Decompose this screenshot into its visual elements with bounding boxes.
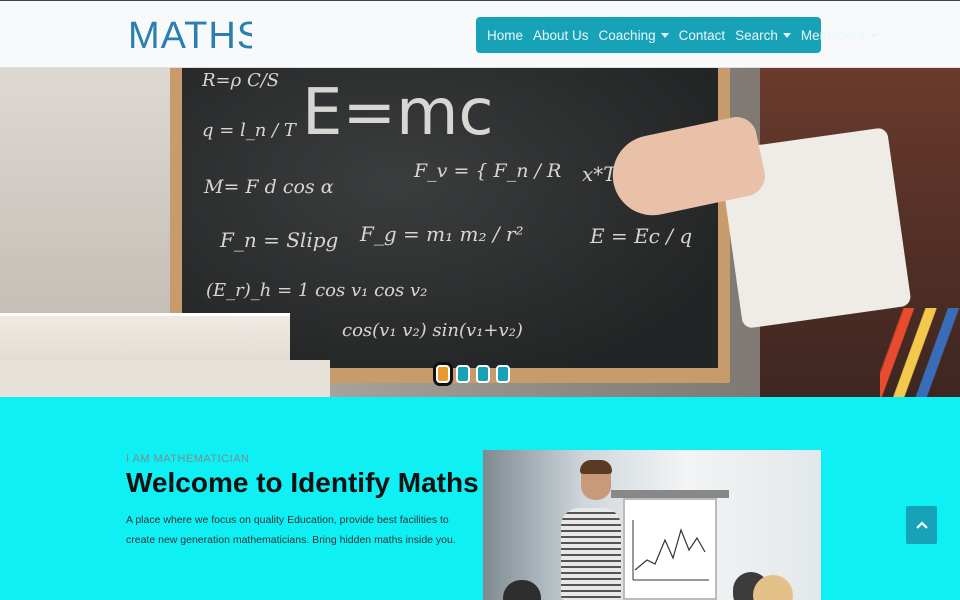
nav-coaching-label: Coaching xyxy=(598,27,656,43)
pencil-cup xyxy=(880,308,960,397)
main-nav: Home About Us Coaching Contact Search Me… xyxy=(476,17,878,53)
carousel-indicator-2[interactable] xyxy=(456,365,470,383)
flipchart-bar xyxy=(611,490,729,498)
site-logo[interactable]: MATHS xyxy=(128,15,252,55)
student-head xyxy=(503,580,541,600)
nav-about-label: About Us xyxy=(533,27,589,43)
chalk-formula: F_g = m₁ m₂ / r² xyxy=(360,222,524,246)
flipchart xyxy=(623,498,717,600)
chalk-formula: F_v = { F_n / R xyxy=(414,160,562,182)
maths-logo-icon: MATHS xyxy=(128,15,252,55)
intro-description: A place where we focus on quality Educat… xyxy=(126,514,456,546)
nav-search-dropdown[interactable]: Search xyxy=(730,28,796,43)
caret-down-icon xyxy=(782,32,791,38)
teacher-shirt xyxy=(561,508,621,600)
chalk-formula: F_n = Slipg xyxy=(220,228,339,252)
carousel-indicators xyxy=(436,365,510,383)
chalk-formula: cos(v₁ v₂) sin(v₁+v₂) xyxy=(342,320,523,341)
carousel-indicator-3[interactable] xyxy=(476,365,490,383)
chalk-formula: R=ρ C/S xyxy=(202,70,280,91)
chevron-up-icon xyxy=(915,521,928,529)
teacher-hair xyxy=(580,460,612,474)
chalk-formula: (E_r)_h = 1 cos v₁ cos v₂ xyxy=(206,280,428,301)
nav-members-dropdown[interactable]: Memebers xyxy=(796,28,883,43)
caret-down-icon xyxy=(660,32,669,38)
nav-contact-label: Contact xyxy=(678,27,726,43)
nav-coaching-dropdown[interactable]: Coaching xyxy=(594,28,674,43)
nav-search-label: Search xyxy=(735,27,778,43)
nav-about-us[interactable]: About Us xyxy=(528,28,594,43)
chart-sketch-icon xyxy=(632,520,709,581)
site-header: MATHS Home About Us Coaching Contact Sea… xyxy=(0,0,960,68)
scroll-to-top-button[interactable] xyxy=(906,506,937,544)
intro-eyebrow: I AM MATHEMATICIAN xyxy=(126,453,250,465)
carousel-indicator-4[interactable] xyxy=(496,365,510,383)
chalk-formula: M= F d cos α xyxy=(204,176,334,198)
books-stack xyxy=(0,360,330,397)
logo-text: MATHS xyxy=(128,15,252,55)
nav-home[interactable]: Home xyxy=(482,28,528,43)
nav-home-label: Home xyxy=(487,27,524,43)
hero-carousel: E=mc R=ρ C/S q = l_n / T M= F d cos α F_… xyxy=(0,68,960,397)
chalk-formula: E=mc xyxy=(302,76,494,150)
chalk-formula: E = Ec / q xyxy=(590,224,693,248)
carousel-indicator-1[interactable] xyxy=(436,365,450,383)
caret-down-icon xyxy=(869,32,878,38)
nav-members-label: Memebers xyxy=(800,27,865,43)
intro-title: Welcome to Identify Maths xyxy=(126,467,479,498)
chalk-formula: q = l_n / T xyxy=(202,120,296,141)
classroom-photo xyxy=(483,450,821,600)
nav-contact[interactable]: Contact xyxy=(674,28,731,43)
